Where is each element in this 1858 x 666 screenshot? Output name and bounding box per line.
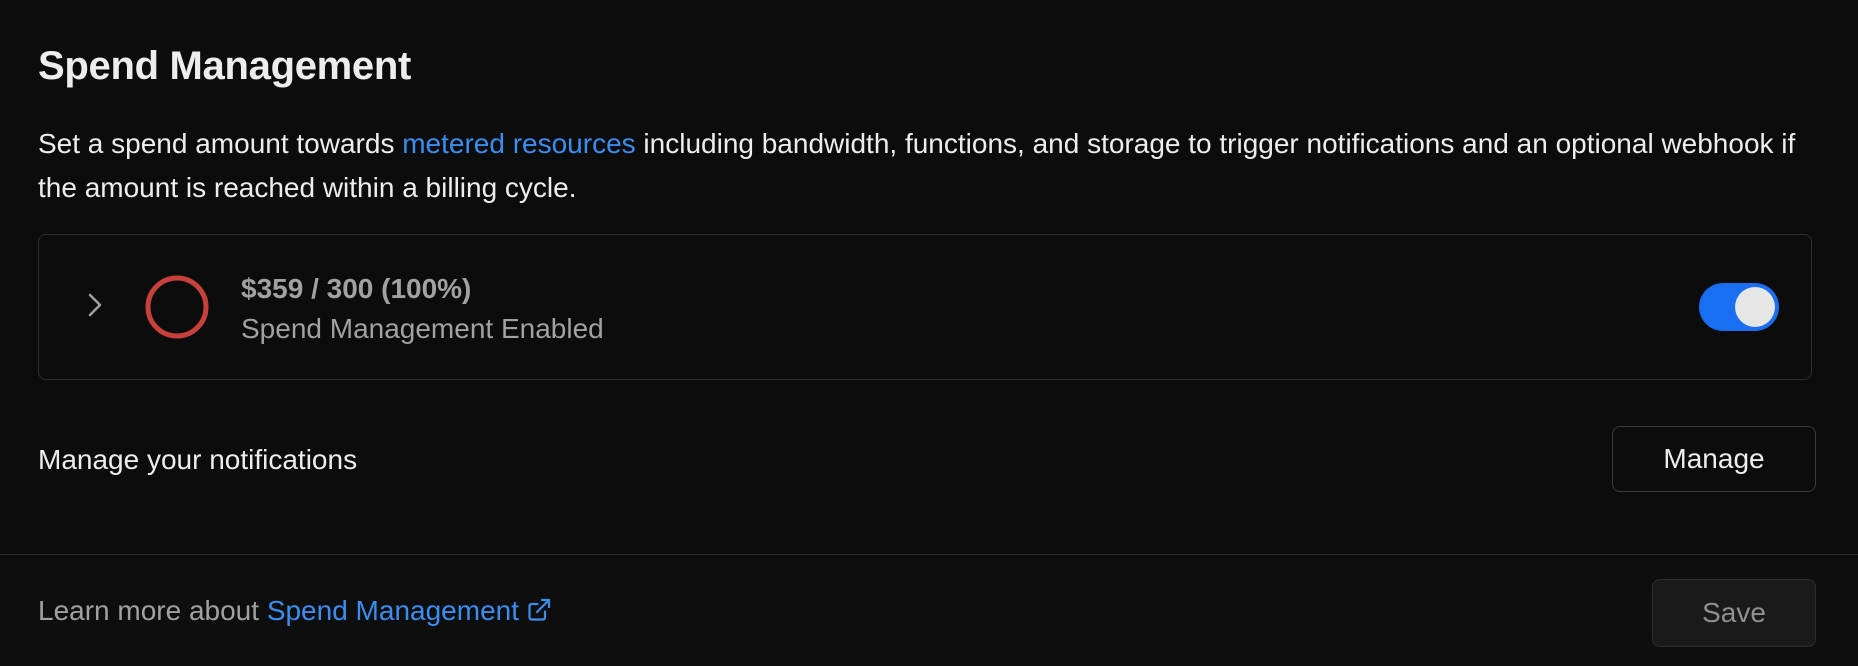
toggle-knob	[1735, 287, 1775, 327]
notifications-label: Manage your notifications	[38, 444, 358, 475]
learn-more-prefix: Learn more about	[38, 595, 267, 626]
page-title: Spend Management	[38, 44, 412, 88]
usage-ring	[143, 273, 211, 341]
spend-management-docs-link[interactable]: Spend Management	[267, 595, 553, 626]
spend-status: Spend Management Enabled	[241, 313, 604, 344]
spend-management-card: Spend Management Set a spend amount towa…	[0, 0, 1858, 666]
footer: Learn more about Spend Management Save	[0, 554, 1858, 666]
metered-resources-link[interactable]: metered resources	[402, 128, 635, 159]
spend-amount: $359 / 300 (100%)	[241, 273, 472, 304]
spend-management-toggle[interactable]	[1699, 283, 1779, 331]
save-button[interactable]: Save	[1652, 579, 1816, 647]
spend-management-link-label: Spend Management	[266, 595, 519, 626]
chevron-right-icon[interactable]	[79, 289, 111, 321]
learn-more-text: Learn more about Spend Management	[38, 595, 553, 627]
description-text-before: Set a spend amount towards	[38, 128, 403, 159]
usage-ring-progress	[145, 275, 209, 339]
external-link-icon	[525, 596, 553, 624]
description: Set a spend amount towards metered resou…	[38, 122, 1828, 210]
manage-notifications-button[interactable]: Manage	[1612, 426, 1816, 492]
spend-summary-panel: $359 / 300 (100%) Spend Management Enabl…	[38, 234, 1812, 380]
